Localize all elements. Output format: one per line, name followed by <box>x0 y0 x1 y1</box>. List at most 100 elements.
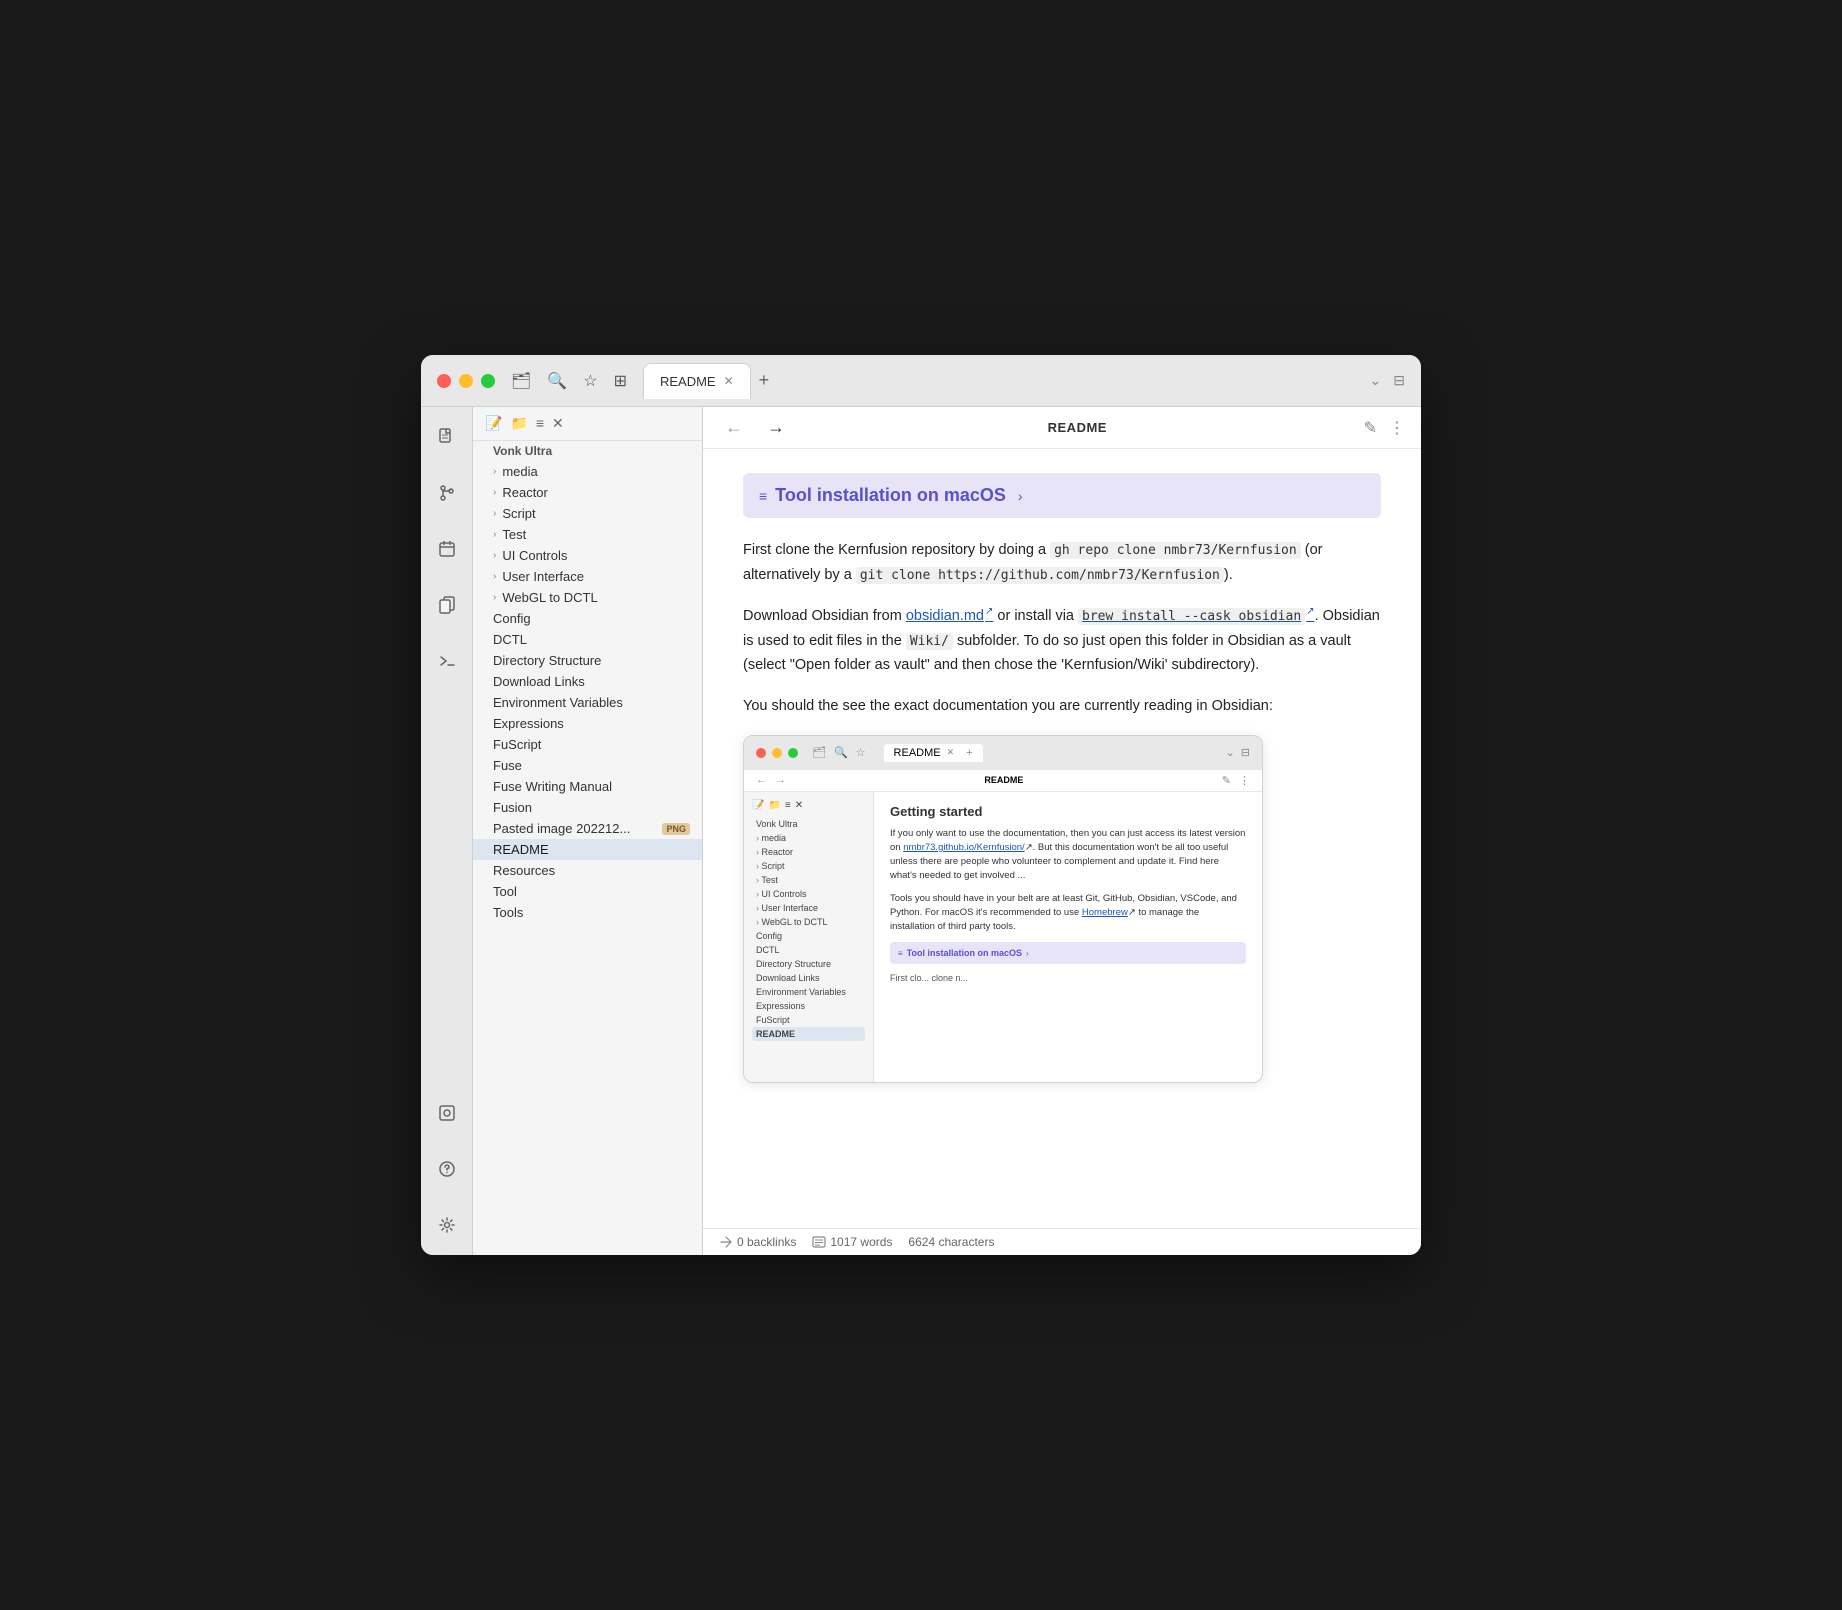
tree-item-pasted-image[interactable]: Pasted image 202212... PNG <box>473 818 702 839</box>
preview-close <box>756 748 766 758</box>
preview-tree-env: Environment Variables <box>752 985 865 999</box>
tree-item-download-links[interactable]: Download Links <box>473 671 702 692</box>
tree-item-dctl[interactable]: DCTL <box>473 629 702 650</box>
new-tab-button[interactable]: + <box>759 370 770 391</box>
maximize-button[interactable] <box>481 374 495 388</box>
titlebar-right-icons: ⌄ ⊟ <box>1370 372 1405 389</box>
readme-paragraph-1: First clone the Kernfusion repository by… <box>743 538 1381 587</box>
preview-tree-dl: Download Links <box>752 971 865 985</box>
tree-item-user-interface[interactable]: ›User Interface <box>473 566 702 587</box>
sidebar-calendar-icon[interactable] <box>429 531 465 567</box>
obsidian-link[interactable]: obsidian.md↗ <box>906 608 994 624</box>
preview-maximize <box>788 748 798 758</box>
tree-item-directory-structure[interactable]: Directory Structure <box>473 650 702 671</box>
forward-button[interactable]: → <box>761 415 791 440</box>
search-icon[interactable]: 🔍 <box>547 371 567 391</box>
content-area: ← → README ✎ ⋮ ≡ Tool installation on ma… <box>703 407 1421 1255</box>
readme-content: ≡ Tool installation on macOS › First clo… <box>703 449 1421 1228</box>
preview-tree-config: Config <box>752 929 865 943</box>
preview-sidebar: 📝📁≡✕ Vonk Ultra › media › Reactor › Scri… <box>744 792 874 1082</box>
tree-item-config[interactable]: Config <box>473 608 702 629</box>
preview-link1: nmbr73.github.io/Kernfusion/ <box>903 842 1024 853</box>
sidebar-settings-icon[interactable] <box>429 1207 465 1243</box>
preview-nav-title: README <box>794 775 1214 785</box>
back-button[interactable]: ← <box>719 415 749 440</box>
preview-link-icon: ↗ <box>1025 842 1033 853</box>
tree-item-fuse-writing-manual[interactable]: Fuse Writing Manual <box>473 776 702 797</box>
sidebar-book-icon[interactable] <box>429 1095 465 1131</box>
main-area: 📝 📁 ≡ ✕ Vonk Ultra ›media ›Reactor ›Scri… <box>421 407 1421 1255</box>
tree-item-expressions[interactable]: Expressions <box>473 713 702 734</box>
more-options-icon[interactable]: ⋮ <box>1389 418 1405 438</box>
file-tree: 📝 📁 ≡ ✕ Vonk Ultra ›media ›Reactor ›Scri… <box>473 407 703 1255</box>
brew-link[interactable]: brew install --cask obsidian↗ <box>1078 608 1315 624</box>
tree-item-tool[interactable]: Tool <box>473 881 702 902</box>
preview-tree-script: › Script <box>752 859 865 873</box>
tab-close-button[interactable]: ✕ <box>724 374 734 388</box>
titlebar: 🗂 🔍 ☆ ⊞ README ✕ + ⌄ ⊟ <box>421 355 1421 407</box>
preview-tree-ui2: › User Interface <box>752 901 865 915</box>
preview-icons: 🗂🔍☆ <box>812 746 866 759</box>
sidebar-terminal-icon[interactable] <box>429 643 465 679</box>
tree-item-fuse[interactable]: Fuse <box>473 755 702 776</box>
preview-content-area: Getting started If you only want to use … <box>874 792 1262 1082</box>
tree-item-test[interactable]: ›Test <box>473 524 702 545</box>
preview-para1: If you only want to use the documentatio… <box>890 827 1246 884</box>
chevron-down-icon[interactable]: ⌄ <box>1370 372 1382 389</box>
preview-titlebar: 🗂🔍☆ README ✕ + ⌄⊟ <box>744 736 1262 770</box>
sidebar-git-icon[interactable] <box>429 475 465 511</box>
new-folder-icon[interactable]: 📁 <box>510 415 527 432</box>
traffic-lights <box>437 374 495 388</box>
tree-item-script[interactable]: ›Script <box>473 503 702 524</box>
file-tree-actions: 📝 📁 ≡ ✕ <box>485 415 564 432</box>
preview-tree-reactor: › Reactor <box>752 845 865 859</box>
close-tree-icon[interactable]: ✕ <box>552 415 564 432</box>
preview-tree-test: › Test <box>752 873 865 887</box>
tree-item-fuscript[interactable]: FuScript <box>473 734 702 755</box>
layout-icon[interactable]: ⊞ <box>614 371 627 391</box>
icon-sidebar <box>421 407 473 1255</box>
word-count: 1017 words <box>830 1235 892 1249</box>
titlebar-left-icons: 🗂 🔍 ☆ ⊞ <box>511 371 627 391</box>
sidebar-files-icon[interactable] <box>429 419 465 455</box>
sidebar-copy-icon[interactable] <box>429 587 465 623</box>
content-header-actions: ✎ ⋮ <box>1364 418 1405 438</box>
sidebar-toggle-icon[interactable]: ⊟ <box>1393 372 1405 389</box>
tab-bar: README ✕ + <box>643 363 1370 399</box>
tree-item-reactor[interactable]: ›Reactor <box>473 482 702 503</box>
content-title: README <box>803 420 1352 435</box>
close-button[interactable] <box>437 374 451 388</box>
screenshot-preview: 🗂🔍☆ README ✕ + ⌄⊟ ← <box>743 735 1263 1083</box>
status-bar: 0 backlinks 1017 words 6624 characters <box>703 1228 1421 1255</box>
minimize-button[interactable] <box>459 374 473 388</box>
tree-item-webgl[interactable]: ›WebGL to DCTL <box>473 587 702 608</box>
section-header[interactable]: ≡ Tool installation on macOS › <box>743 473 1381 518</box>
sidebar-help-icon[interactable] <box>429 1151 465 1187</box>
star-icon[interactable]: ☆ <box>583 371 597 391</box>
content-header: ← → README ✎ ⋮ <box>703 407 1421 449</box>
list-icon: ≡ <box>759 488 767 504</box>
tree-item-fusion[interactable]: Fusion <box>473 797 702 818</box>
folder-icon[interactable]: 🗂 <box>511 371 531 391</box>
preview-tree-expr: Expressions <box>752 999 865 1013</box>
preview-nav: ← → README ✎ ⋮ <box>744 770 1262 792</box>
preview-para3: First clo... clone n... <box>890 972 1246 986</box>
new-file-icon[interactable]: 📝 <box>485 415 502 432</box>
para1-text-end: ). <box>1224 567 1233 583</box>
section-chevron-icon: › <box>1018 488 1023 504</box>
charcount-status: 6624 characters <box>908 1235 994 1249</box>
backlinks-status[interactable]: 0 backlinks <box>719 1235 796 1249</box>
tree-item-tools[interactable]: Tools <box>473 902 702 923</box>
tree-item-resources[interactable]: Resources <box>473 860 702 881</box>
preview-tree-media: › media <box>752 831 865 845</box>
readme-tab[interactable]: README ✕ <box>643 363 751 399</box>
edit-icon[interactable]: ✎ <box>1364 418 1377 438</box>
sort-icon[interactable]: ≡ <box>536 415 544 432</box>
preview-para2: Tools you should have in your belt are a… <box>890 892 1246 935</box>
tree-item-environment-variables[interactable]: Environment Variables <box>473 692 702 713</box>
tree-item-ui-controls[interactable]: ›UI Controls <box>473 545 702 566</box>
tree-item-readme[interactable]: README <box>473 839 702 860</box>
preview-tree-webgl: › WebGL to DCTL <box>752 915 865 929</box>
tree-item-media[interactable]: ›media <box>473 461 702 482</box>
preview-heading: Getting started <box>890 804 1246 819</box>
